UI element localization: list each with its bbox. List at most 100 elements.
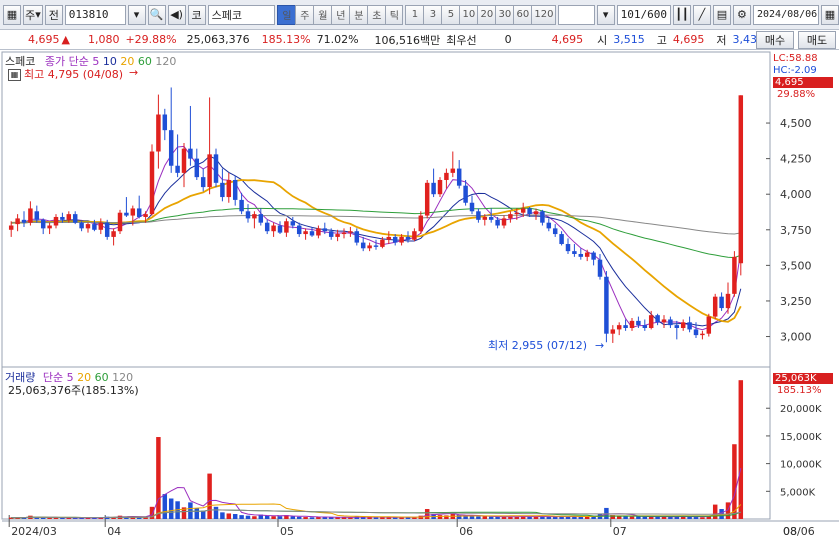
turnover-pct: 71.02% (316, 33, 359, 46)
tab-period-tick[interactable]: 틱 (385, 4, 404, 25)
volume-bar (303, 517, 308, 519)
sell-button[interactable]: 매도 (798, 31, 836, 49)
candle-body (527, 208, 532, 215)
open-value: 3,515 (613, 33, 645, 46)
market-select[interactable]: 주 ▾ (23, 4, 43, 25)
interval-button[interactable]: 1 (405, 4, 424, 25)
tab-period-second[interactable]: 초 (367, 4, 386, 25)
low-label: 저 (716, 33, 727, 47)
stock-chart[interactable]: 3,000 3,250 3,500 3,750 4,000 4,250 4,500 5,000… (0, 51, 839, 544)
candle-body (85, 224, 91, 229)
page-count[interactable]: 101/600 (616, 4, 671, 25)
chart-menu-icon[interactable]: ▦ (3, 4, 21, 25)
candle-body (156, 114, 161, 152)
interval-button[interactable]: 30 (495, 4, 514, 25)
dropdown-chevron-icon[interactable]: ▾ (127, 4, 146, 25)
tab-period-month[interactable]: 월 (313, 4, 332, 25)
candle-body (277, 225, 283, 233)
volume-tick-label: 10,000K (780, 460, 822, 471)
interval-dropdown-icon[interactable]: ▾ (596, 4, 615, 25)
interval-button[interactable]: 120 (531, 4, 557, 25)
grid-icon[interactable]: ▤ (712, 4, 731, 25)
interval-button[interactable]: 20 (477, 4, 496, 25)
candle-body (367, 245, 372, 249)
candle-body (495, 219, 500, 226)
volume-bar (495, 516, 500, 519)
candle-body (252, 214, 257, 219)
search-icon[interactable]: 🔍 (147, 4, 166, 25)
candle-body (162, 114, 168, 131)
volume-bar (290, 516, 296, 519)
page-total: /600 (640, 8, 667, 21)
low-arrow-icon: → (595, 339, 604, 352)
candle-body (520, 208, 526, 213)
candle-type-icon[interactable]: ┃┃ (672, 4, 691, 25)
x-tick-label: 08/06 (783, 525, 815, 538)
last-pct-label: 29.88% (777, 89, 816, 100)
trade-amount: 106,516백만 (374, 33, 441, 47)
candle-body (661, 319, 667, 323)
high-annotation: 최고 4,795 (04/08) (24, 68, 124, 81)
candle-body (738, 95, 744, 264)
candle-body (28, 208, 33, 223)
tab-period-year[interactable]: 년 (331, 4, 350, 25)
candle-body (60, 216, 65, 220)
speaker-icon[interactable]: ◀) (167, 4, 186, 25)
candle-body (399, 236, 404, 243)
candle-body (578, 253, 584, 257)
tab-period-day[interactable]: 일 (277, 4, 296, 25)
x-tick-label: 06 (459, 525, 473, 538)
candle-body (546, 222, 552, 229)
custom-interval-input[interactable] (558, 4, 595, 25)
candle-body (642, 325, 648, 328)
prefix-button[interactable]: 전 (44, 4, 63, 25)
volume-bar (296, 516, 302, 519)
candle-body (245, 211, 251, 219)
volume-bar (552, 516, 558, 519)
exchange-label: 코 (187, 4, 206, 25)
last-price: 4,695 (28, 33, 60, 46)
indicator-toggle-icon[interactable]: ▦ (8, 69, 21, 81)
candle-body (354, 231, 360, 243)
candle-body (648, 315, 654, 328)
candle-body (232, 179, 238, 200)
volume-bar (239, 515, 244, 519)
candle-body (264, 222, 270, 232)
candle-body (271, 225, 276, 232)
candle-body (47, 225, 52, 229)
interval-button[interactable]: 5 (441, 4, 460, 25)
candle-body (469, 202, 475, 212)
volume-bar (188, 502, 193, 519)
price-tick-label: 4,250 (780, 153, 812, 166)
candle-body (680, 322, 686, 328)
interval-button[interactable]: 60 (513, 4, 532, 25)
up-arrow-icon: ▲ (61, 33, 70, 46)
chart-area[interactable]: 3,000 3,250 3,500 3,750 4,000 4,250 4,500 5,000… (0, 51, 839, 544)
interval-button[interactable]: 10 (459, 4, 478, 25)
volume-bar (437, 515, 443, 519)
price-tick-label: 4,500 (780, 117, 812, 130)
candle-body (655, 315, 660, 323)
candle-body (636, 320, 641, 326)
volume-bar (674, 516, 680, 519)
stock-code-input[interactable]: 013810 (64, 4, 126, 25)
candle-body (111, 231, 116, 237)
price-tick-label: 3,000 (780, 331, 812, 344)
candle-body (92, 224, 97, 230)
tab-period-week[interactable]: 주 (295, 4, 314, 25)
candle-body (629, 320, 635, 328)
candle-body (8, 225, 14, 230)
tab-period-minute[interactable]: 분 (349, 4, 368, 25)
candle-body (303, 231, 308, 235)
candle-body (124, 212, 129, 216)
candle-body (72, 214, 78, 223)
candle-body (53, 216, 59, 226)
buy-button[interactable]: 매수 (756, 31, 794, 49)
candle-body (584, 252, 590, 257)
interval-button[interactable]: 3 (423, 4, 442, 25)
line-tool-icon[interactable]: ╱ (692, 4, 711, 25)
date-field[interactable]: 2024/08/06 (752, 4, 819, 25)
calendar-icon[interactable]: ▦ (820, 4, 839, 25)
volume-bar (482, 516, 488, 519)
gear-icon[interactable]: ⚙ (732, 4, 751, 25)
